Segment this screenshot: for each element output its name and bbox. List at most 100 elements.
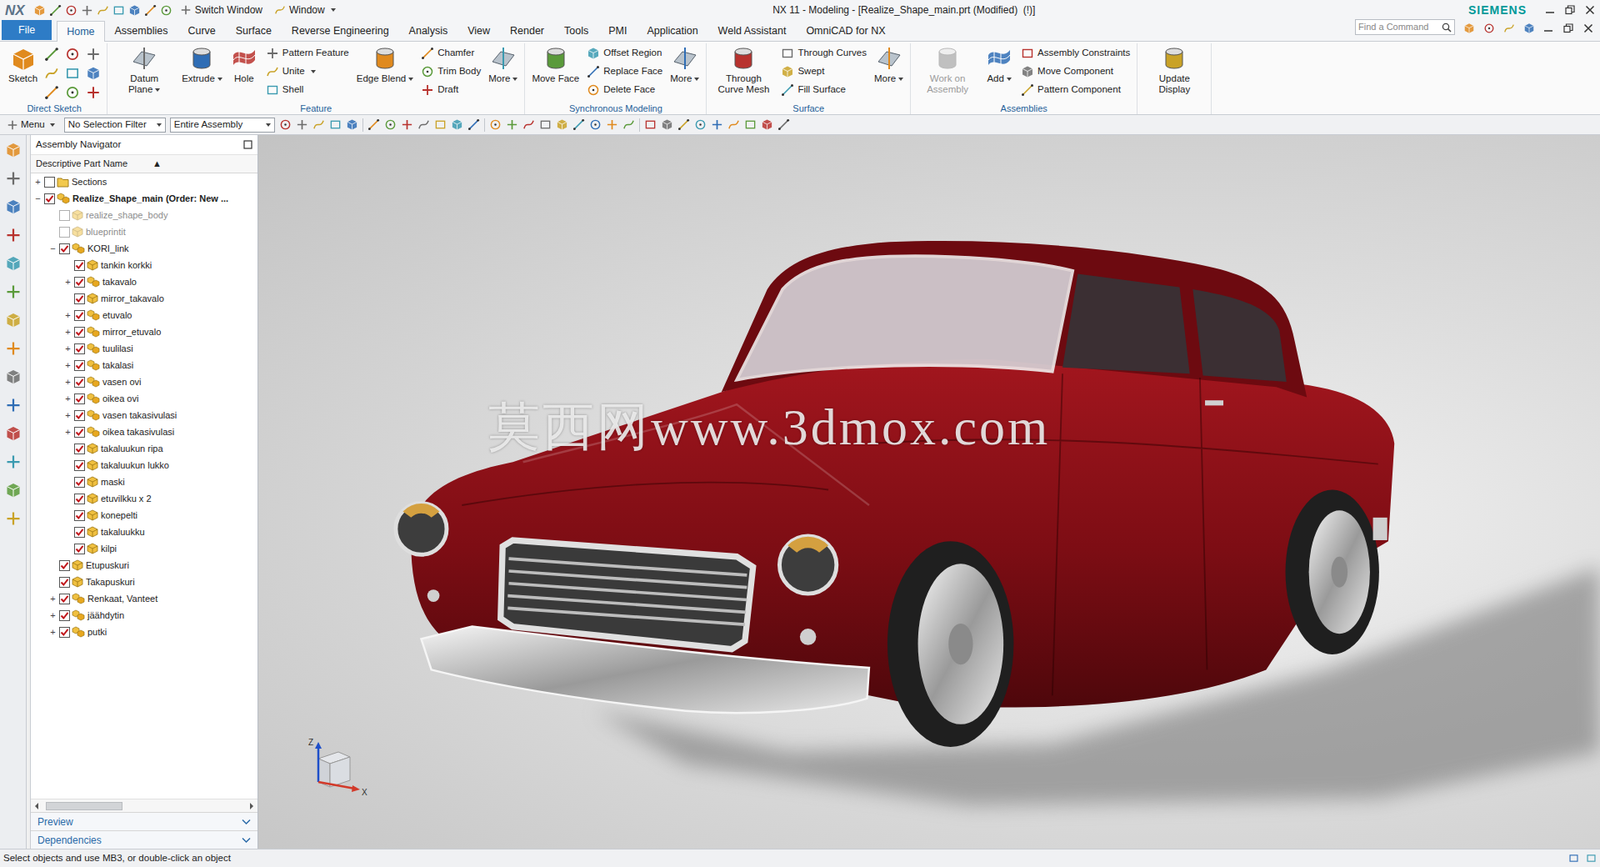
ribbon-button[interactable]: Through Curve Mesh — [711, 43, 775, 95]
quick-access-button[interactable]: Switch Window — [175, 2, 267, 18]
ribbon-button[interactable]: More — [668, 43, 701, 85]
ribbon-button[interactable]: Datum Plane — [112, 43, 176, 95]
tree-row[interactable]: +jäähdytin — [30, 606, 258, 624]
visibility-checkbox[interactable] — [74, 393, 85, 405]
collapsible-section[interactable]: Dependencies — [30, 830, 258, 849]
expand-toggle[interactable]: + — [63, 308, 73, 323]
ribbon-small-button[interactable]: Replace Face — [585, 63, 665, 80]
tree-row[interactable]: takaluukun lukko — [30, 456, 258, 474]
ribbon-small-button[interactable]: Swept — [779, 63, 868, 80]
visibility-checkbox[interactable] — [74, 326, 85, 338]
sketch-tool-icon[interactable] — [64, 85, 81, 100]
ribbon-small-button[interactable]: Move Component — [1019, 63, 1132, 80]
dropdown-arrow-icon[interactable] — [408, 77, 414, 81]
expand-toggle[interactable]: − — [33, 191, 43, 206]
dropdown-arrow-icon[interactable] — [1006, 77, 1012, 81]
selection-tool-icon[interactable] — [622, 118, 635, 131]
ribbon-small-button[interactable]: Chamfer — [419, 45, 483, 62]
visibility-checkbox[interactable] — [59, 560, 70, 571]
selection-tool-icon[interactable] — [417, 118, 430, 131]
tree-row[interactable]: +vasen takasivulasi — [30, 406, 258, 424]
selection-tool-icon[interactable] — [727, 118, 740, 131]
tree-row[interactable]: maski — [30, 473, 258, 490]
visibility-checkbox[interactable] — [74, 526, 85, 538]
tree-row[interactable]: Takapuskuri — [30, 573, 258, 590]
selection-tool-icon[interactable] — [644, 118, 657, 131]
ribbon-button[interactable]: Move Face — [530, 43, 581, 85]
sketch-tool-icon[interactable] — [85, 85, 102, 100]
visibility-checkbox[interactable] — [74, 426, 85, 438]
ribbon-tool-icon[interactable] — [1483, 22, 1495, 35]
horizontal-scrollbar[interactable] — [30, 798, 258, 812]
dropdown-arrow-icon[interactable] — [512, 77, 518, 81]
selection-tool-icon[interactable] — [329, 118, 342, 131]
visibility-checkbox[interactable] — [74, 510, 85, 521]
selection-tool-icon[interactable] — [279, 118, 292, 131]
selection-tool-icon[interactable] — [489, 118, 502, 131]
close-icon[interactable] — [1585, 5, 1595, 15]
visibility-checkbox[interactable] — [74, 410, 85, 421]
ribbon-button[interactable]: More — [872, 43, 905, 85]
visibility-checkbox[interactable] — [74, 476, 85, 488]
expand-toggle[interactable]: + — [63, 275, 73, 290]
ribbon-tab[interactable]: PMI — [598, 20, 637, 41]
ribbon-button[interactable]: Extrude — [180, 43, 225, 85]
ribbon-tab[interactable]: Curve — [177, 20, 225, 41]
selection-tool-icon[interactable] — [384, 118, 397, 131]
visibility-checkbox[interactable] — [74, 293, 85, 305]
visibility-checkbox[interactable] — [74, 260, 85, 271]
expand-toggle[interactable]: − — [48, 241, 58, 256]
ribbon-small-button[interactable]: Through Curves — [779, 45, 868, 62]
menu-button[interactable]: Menu — [5, 117, 60, 132]
column-header[interactable]: Descriptive Part Name▲ — [30, 155, 258, 174]
file-button[interactable]: File — [1, 20, 52, 40]
ribbon-tab[interactable]: Weld Assistant — [708, 20, 797, 41]
sketch-tool-icon[interactable] — [43, 46, 60, 62]
visibility-checkbox[interactable] — [59, 210, 70, 221]
tree-row[interactable]: konepelti — [30, 506, 258, 524]
ribbon-small-button[interactable]: Fill Surface — [779, 81, 868, 99]
visibility-checkbox[interactable] — [59, 626, 70, 638]
ribbon-tab[interactable]: Surface — [225, 20, 282, 41]
scroll-thumb[interactable] — [45, 801, 123, 810]
selection-tool-icon[interactable] — [694, 118, 707, 131]
ribbon-button[interactable]: More — [486, 43, 520, 85]
resource-tab-icon[interactable] — [5, 340, 22, 357]
selection-tool-icon[interactable] — [522, 118, 535, 131]
tree-row[interactable]: +mirror_etuvalo — [30, 323, 258, 340]
command-search-input[interactable] — [1358, 20, 1442, 35]
command-finder[interactable] — [1355, 19, 1455, 35]
tree-row[interactable]: +Renkaat, Vanteet — [30, 590, 258, 607]
tree-row[interactable]: etuvilkku x 2 — [30, 490, 258, 507]
tree-row[interactable]: +vasen ovi — [30, 373, 258, 390]
quick-access-icon[interactable] — [160, 4, 173, 17]
ribbon-button[interactable]: Add — [983, 43, 1015, 85]
sketch-tool-icon[interactable] — [85, 46, 102, 62]
resource-tab-icon[interactable] — [5, 510, 22, 527]
expand-toggle[interactable]: + — [63, 341, 73, 356]
selection-tool-icon[interactable] — [777, 118, 790, 131]
selection-tool-icon[interactable] — [555, 118, 569, 131]
ribbon-tab[interactable]: Home — [56, 20, 105, 42]
selection-tool-icon[interactable] — [505, 118, 519, 131]
selection-tool-icon[interactable] — [660, 118, 674, 131]
dropdown-arrow-icon[interactable] — [310, 70, 316, 74]
ribbon-tool-icon[interactable] — [1463, 22, 1475, 35]
tree-row[interactable]: +oikea ovi — [30, 390, 258, 407]
resource-tab-icon[interactable] — [5, 170, 22, 187]
ribbon-button[interactable]: Hole — [228, 43, 260, 85]
visibility-checkbox[interactable] — [59, 576, 70, 588]
expand-toggle[interactable]: + — [63, 408, 73, 423]
expand-toggle[interactable]: + — [63, 375, 73, 390]
expand-toggle[interactable]: + — [48, 591, 58, 606]
expand-toggle[interactable]: + — [63, 425, 73, 440]
dropdown-arrow-icon[interactable] — [217, 77, 223, 81]
selection-tool-icon[interactable] — [450, 118, 464, 131]
tree-row[interactable]: mirror_takavalo — [30, 290, 258, 307]
selection-tool-icon[interactable] — [467, 118, 480, 131]
ribbon-tool-icon[interactable] — [1523, 22, 1535, 35]
dropdown-arrow-icon[interactable] — [265, 123, 271, 127]
ribbon-tab[interactable]: OmniCAD for NX — [795, 20, 895, 41]
car-model-render[interactable] — [258, 135, 1600, 849]
ribbon-button[interactable]: Edge Blend — [355, 43, 415, 85]
